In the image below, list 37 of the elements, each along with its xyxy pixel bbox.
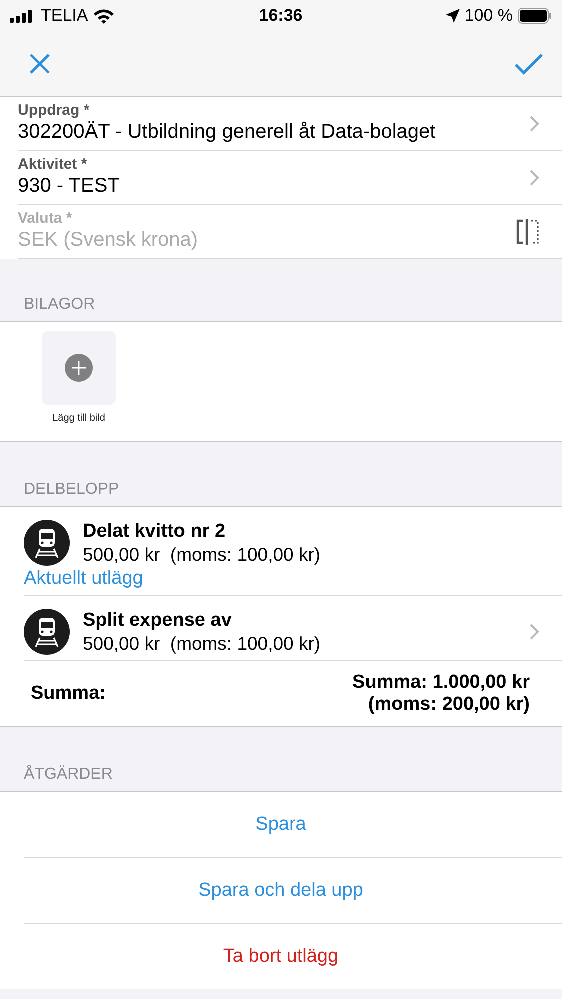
checkmark-icon [514, 52, 544, 76]
chevron-icon [530, 116, 540, 132]
wifi-icon [93, 8, 116, 24]
split-columns-icon [516, 218, 540, 244]
total-amount: Summa: 1.000,00 kr [352, 672, 530, 694]
add-image-button[interactable] [42, 331, 116, 405]
add-image-label: Lägg till bild [52, 413, 106, 424]
field-value: 302200ÄT - Utbildning generell åt Data-bolaget [18, 121, 436, 144]
chevron-icon [530, 624, 540, 640]
close-icon [28, 52, 52, 76]
close-button[interactable] [28, 52, 52, 76]
total-vat: (moms: 200,00 kr) [368, 694, 530, 716]
field-label: Valuta * [18, 210, 72, 227]
train-icon [24, 609, 70, 655]
field-label: Uppdrag * [18, 102, 90, 119]
battery-percent: 100 % [464, 6, 513, 26]
plus-icon [65, 354, 93, 382]
expense-amount: 500,00 kr (moms: 100,00 kr) [83, 544, 322, 566]
carrier-name: TELIA [41, 6, 88, 26]
location-arrow-icon [446, 9, 460, 23]
confirm-button[interactable] [514, 52, 544, 76]
train-icon [24, 520, 70, 566]
section-header: DELBELOPP [24, 481, 120, 499]
expense-item[interactable]: Delat kvitto nr 2 500,00 kr (moms: 100,00 kr) [24, 520, 540, 566]
field-value: 930 - TEST [18, 175, 120, 198]
field-value: SEK (Svensk krona) [18, 229, 198, 252]
expense-title: Delat kvitto nr 2 [83, 520, 227, 542]
chevron-icon [530, 170, 540, 186]
clock-time: 16:36 [259, 6, 303, 26]
section-header: BILAGOR [24, 296, 96, 314]
total-label: Summa: [31, 682, 106, 704]
expense-amount: 500,00 kr (moms: 100,00 kr) [83, 632, 322, 654]
field-label: Aktivitet * [18, 156, 88, 173]
battery-icon [518, 8, 552, 24]
section-header: ÅTGÄRDER [24, 766, 113, 784]
current-expense-label: Aktuellt utlägg [24, 568, 144, 590]
expense-title: Split expense av [83, 610, 233, 632]
